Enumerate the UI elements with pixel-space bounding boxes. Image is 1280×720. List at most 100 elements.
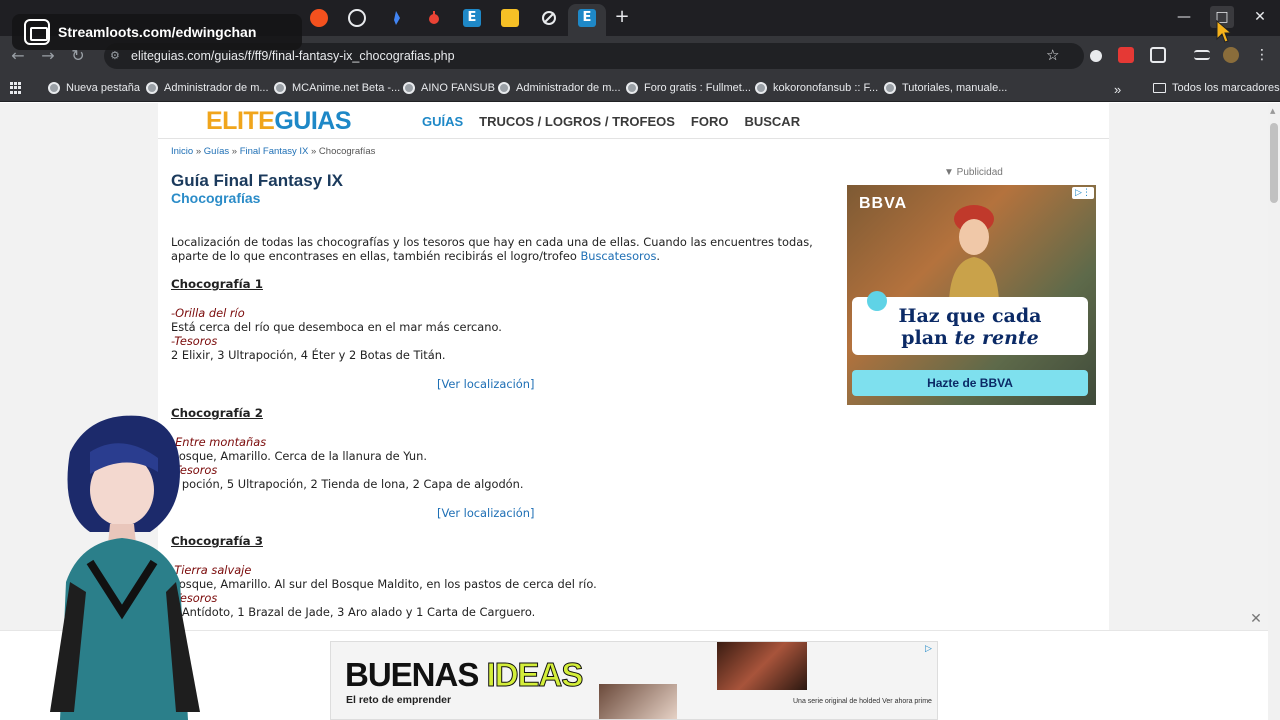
tab-favicon[interactable] [387,9,405,27]
scroll-up-icon[interactable]: ▲ [1270,107,1275,115]
tab-favicon[interactable] [501,9,519,27]
breadcrumb-game[interactable]: Final Fantasy IX [240,146,309,157]
all-bookmarks-button[interactable]: Todos los marcadores [1153,82,1280,94]
chocografia-section: Chocografía 1 -Orilla del río Está cerca… [171,277,811,391]
extensions-puzzle-icon[interactable] [1150,47,1166,63]
globe-icon [498,82,510,94]
ad-headline: Haz que cada plan te rente [852,305,1088,349]
bookmark-item[interactable]: MCAnime.net Beta -... [274,82,400,94]
buscatesoros-link[interactable]: Buscatesoros [580,249,656,263]
bbva-ad[interactable]: BBVA ▷⋮ Haz que cada plan te rente Hazte… [847,185,1096,405]
intro-paragraph: Localización de todas las chocografías y… [171,235,821,263]
globe-icon [48,82,60,94]
apps-button[interactable] [10,82,22,94]
bookmark-item[interactable]: AINO FANSUB [403,82,495,94]
place-label: -Tierra salvaje [171,563,252,577]
adchoices-icon[interactable]: ▷ [925,644,932,654]
treasure-label: -Tesoros [171,334,218,348]
treasure-label: -Tesoros [171,463,218,477]
bookmark-label: AINO FANSUB [421,82,495,94]
bbva-logo: BBVA [859,195,908,212]
extension-icon[interactable] [1118,47,1134,63]
breadcrumb-guias[interactable]: Guías [204,146,229,157]
bookmark-item[interactable]: Administrador de m... [498,82,621,94]
ad-headline-line1: Haz que cada [898,305,1042,327]
close-window-button[interactable]: ✕ [1248,6,1272,28]
ad-headline-plan: plan [901,327,955,349]
site-logo[interactable]: ELITEGUIAS [206,107,352,136]
bookmark-star-icon[interactable]: ☆ [1046,46,1059,64]
bookmark-item[interactable]: Tutoriales, manuale... [884,82,1007,94]
adchoices-icon[interactable]: ▷⋮ [1072,187,1094,199]
breadcrumb-separator: » [310,146,317,157]
intro-text: Localización de todas las chocografías y… [171,235,813,263]
page-title: Guía Final Fantasy IX [171,171,343,190]
section-title: Chocografía 2 [171,406,263,420]
bookmark-item[interactable]: Nueva pestaña [48,82,140,94]
globe-icon [274,82,286,94]
place-description: Bosque, Amarillo. Al sur del Bosque Mald… [171,577,597,591]
close-ad-icon[interactable]: ✕ [1248,611,1264,627]
media-control-icon[interactable] [1194,50,1210,60]
bookmark-label: Administrador de m... [164,82,269,94]
ad-photo [599,684,677,719]
extension-icon[interactable] [1090,50,1102,62]
globe-icon [403,82,415,94]
scrollbar-thumb[interactable] [1270,123,1278,203]
globe-icon [626,82,638,94]
chocografia-section: Chocografía 3 -Tierra salvaje Bosque, Am… [171,534,811,619]
minimize-button[interactable]: — [1172,6,1196,28]
tab-favicon-eliteguias[interactable]: E [463,9,481,27]
apps-grid-icon [10,82,22,94]
ad-photo [949,205,999,301]
intro-end: . [656,249,661,263]
page-content: ELITEGUIAS GUÍAS TRUCOS / LOGROS / TROFE… [158,103,1109,720]
ad-headline-line2: plan te rente [852,327,1088,349]
ad-footer: Una serie original de holded Ver ahora p… [793,698,932,705]
tab-favicon-eliteguias[interactable]: E [578,9,596,27]
tab-favicon[interactable] [540,9,558,27]
bookmarks-overflow-button[interactable]: » [1114,82,1121,97]
page-scrollbar[interactable]: ▲ [1268,103,1280,720]
hazte-de-bbva-button[interactable]: Hazte de BBVA [852,370,1088,396]
treasure-label: -Tesoros [171,591,218,605]
ad-subtitle: El reto de emprender [346,694,452,706]
menu-dots-icon[interactable]: ⋮ [1254,47,1270,63]
new-tab-button[interactable]: + [612,6,632,28]
tab-favicon[interactable] [348,9,366,27]
ad-title: BUENAS IDEAS [345,656,584,694]
globe-icon [755,82,767,94]
treasure-list: 5 Antídoto, 1 Brazal de Jade, 3 Aro alad… [171,605,536,619]
breadcrumb-separator: » [195,146,202,157]
ver-localizacion-link[interactable]: [Ver localización] [437,506,534,520]
logo-part-elite: ELITE [206,107,275,135]
profile-avatar-icon[interactable] [1223,47,1239,63]
site-info-icon[interactable]: ⚙ [110,49,124,63]
tab-favicon[interactable] [310,9,328,27]
url-text[interactable]: eliteguias.com/guias/f/ff9/final-fantasy… [131,49,455,63]
main-nav: GUÍAS TRUCOS / LOGROS / TROFEOS FORO BUS… [422,114,800,129]
overlay-label: Streamloots.com/edwingchan [58,24,257,40]
bookmark-label: Tutoriales, manuale... [902,82,1008,94]
breadcrumb-current: Chocografías [318,146,376,157]
nav-buscar[interactable]: BUSCAR [744,114,800,129]
breadcrumb-inicio[interactable]: Inicio [171,146,193,157]
logo-part-guias: GUIAS [274,107,352,135]
tab-favicon[interactable] [425,9,443,27]
buenas-ideas-ad[interactable]: BUENAS IDEAS El reto de emprender Una se… [330,641,938,720]
bookmark-item[interactable]: kokoronofansub :: F... [755,82,878,94]
bookmark-item[interactable]: Administrador de m... [146,82,269,94]
folder-icon [1153,83,1166,93]
ad-title-buenas: BUENAS [345,656,487,693]
ad-title-ideas: IDEAS [486,656,584,694]
bookmark-item[interactable]: Foro gratis : Fullmet... [626,82,751,94]
stream-overlay-banner: Streamloots.com/edwingchan [12,14,302,50]
nav-foro[interactable]: FORO [691,114,729,129]
breadcrumb-separator: » [231,146,238,157]
bookmark-label: Administrador de m... [516,82,621,94]
site-header: ELITEGUIAS GUÍAS TRUCOS / LOGROS / TROFE… [158,103,1109,139]
nav-trucos[interactable]: TRUCOS / LOGROS / TROFEOS [479,114,675,129]
place-label: -Entre montañas [171,435,267,449]
nav-guias[interactable]: GUÍAS [422,114,463,129]
ver-localizacion-link[interactable]: [Ver localización] [437,377,534,391]
